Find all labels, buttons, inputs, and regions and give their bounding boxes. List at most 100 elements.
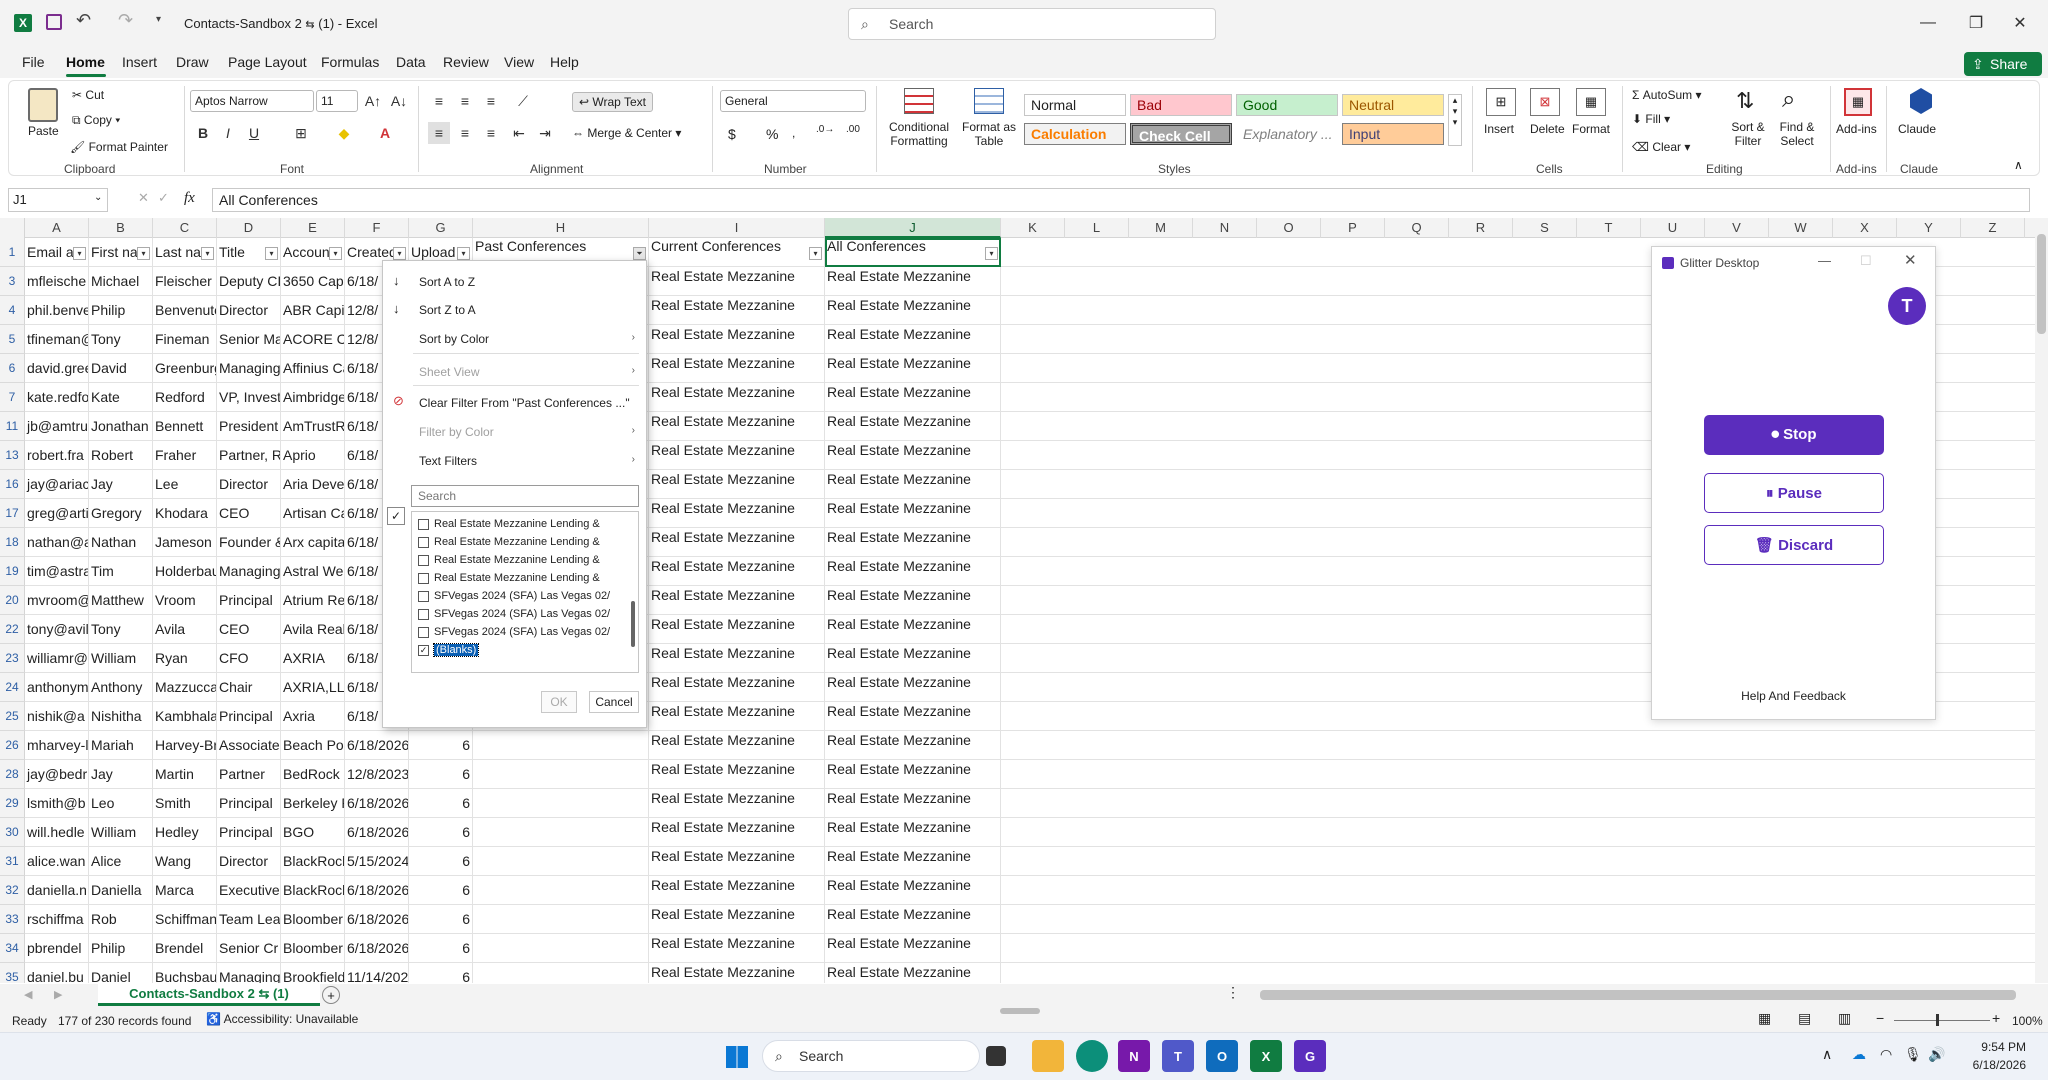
table-cell[interactable]: Atrium Re (281, 586, 345, 615)
table-cell[interactable]: Arx capita (281, 528, 345, 557)
edge-browser-icon[interactable] (1076, 1040, 1108, 1072)
insert-cells-icon[interactable]: ⊞ (1486, 88, 1516, 116)
add-sheet-icon[interactable]: + (322, 986, 340, 1004)
select-all-checkbox[interactable]: ✓ (387, 507, 405, 525)
table-cell[interactable]: Jonathan (89, 412, 153, 441)
discard-button[interactable]: 🗑 Discard (1704, 525, 1884, 565)
table-cell[interactable]: 6/18/2026 (345, 818, 409, 847)
table-cell[interactable]: Kate (89, 383, 153, 412)
zoom-slider[interactable] (1894, 1020, 1990, 1021)
conference-cell[interactable]: Real Estate Mezzanine (649, 267, 825, 296)
table-cell[interactable]: Jay (89, 760, 153, 789)
table-cell[interactable]: Greenburg (153, 354, 217, 383)
style-check-cell[interactable]: Check Cell (1130, 123, 1232, 145)
table-cell[interactable]: Philip (89, 296, 153, 325)
table-cell[interactable]: greg@arti (25, 499, 89, 528)
filter-dropdown-icon[interactable]: ▾ (457, 247, 470, 260)
table-cell[interactable]: jay@ariac (25, 470, 89, 499)
table-cell[interactable]: Fineman (153, 325, 217, 354)
table-cell[interactable]: 5/15/2024 (345, 847, 409, 876)
table-cell[interactable]: 6 (409, 731, 473, 760)
row-header[interactable]: 5 (0, 325, 25, 354)
table-cell[interactable]: Robert (89, 441, 153, 470)
conference-cell[interactable]: Real Estate Mezzanine (649, 354, 825, 383)
row-header[interactable]: 30 (0, 818, 25, 847)
table-cell[interactable]: Managing (217, 963, 281, 983)
table-cell[interactable]: Khodara (153, 499, 217, 528)
conference-cell[interactable]: Real Estate Mezzanine (649, 383, 825, 412)
windows-start-icon[interactable] (726, 1046, 748, 1068)
table-cell[interactable]: Fraher (153, 441, 217, 470)
column-title-cell[interactable]: Current Conferences (649, 238, 825, 267)
table-cell[interactable]: jb@amtru (25, 412, 89, 441)
conference-cell[interactable]: Real Estate Mezzanine (825, 528, 1001, 557)
table-cell[interactable]: Managing (217, 557, 281, 586)
status-drag-handle[interactable] (1000, 1008, 1040, 1014)
table-cell[interactable]: Philip (89, 934, 153, 963)
glitter-maximize-icon[interactable]: ☐ (1860, 253, 1872, 269)
table-cell[interactable]: David (89, 354, 153, 383)
clock-date[interactable]: 6/18/2026 (1950, 1058, 2026, 1072)
style-calculation[interactable]: Calculation (1024, 123, 1126, 145)
table-cell[interactable]: lsmith@b (25, 789, 89, 818)
column-header-O[interactable]: O (1257, 218, 1321, 238)
conference-cell[interactable]: Real Estate Mezzanine (825, 325, 1001, 354)
row-header[interactable]: 20 (0, 586, 25, 615)
table-cell[interactable]: Brookfield (281, 963, 345, 983)
ok-button[interactable]: OK (541, 691, 577, 713)
table-cell[interactable]: tony@avil (25, 615, 89, 644)
table-cell[interactable]: 6/18/2026 (345, 934, 409, 963)
table-cell[interactable]: Berkeley P (281, 789, 345, 818)
comma-style-icon[interactable]: , (792, 126, 795, 140)
decrease-indent-icon[interactable]: ⇤ (508, 122, 530, 144)
conference-cell[interactable]: Real Estate Mezzanine (825, 702, 1001, 731)
column-header-Z[interactable]: Z (1961, 218, 2025, 238)
column-header-P[interactable]: P (1321, 218, 1385, 238)
zoom-slider-thumb[interactable] (1936, 1014, 1939, 1026)
table-cell[interactable]: Aria Devel (281, 470, 345, 499)
table-cell[interactable]: Schiffman (153, 905, 217, 934)
filter-active-icon[interactable]: ⏷ (633, 247, 646, 260)
text-filters-item[interactable]: Text Filters › (419, 454, 641, 468)
column-header-X[interactable]: X (1833, 218, 1897, 238)
close-button[interactable]: ✕ (2000, 8, 2040, 38)
claude-button[interactable]: Claude (1898, 122, 1936, 136)
table-cell[interactable]: Tim (89, 557, 153, 586)
conference-cell[interactable]: Real Estate Mezzanine (649, 470, 825, 499)
table-cell[interactable]: 6 (409, 818, 473, 847)
table-cell[interactable]: Aimbridge (281, 383, 345, 412)
help-feedback-link[interactable]: Help And Feedback (1652, 689, 1935, 703)
next-sheet-icon[interactable]: ▶ (54, 988, 62, 1001)
cancel-edit-icon[interactable]: ✕ (138, 190, 149, 206)
microphone-icon[interactable]: 🎙 (1904, 1046, 1922, 1063)
filter-item-checkbox[interactable] (418, 627, 429, 638)
table-cell[interactable]: Smith (153, 789, 217, 818)
conference-cell[interactable]: Real Estate Mezzanine (649, 673, 825, 702)
table-cell[interactable]: 12/8/2023 (345, 760, 409, 789)
conference-cell[interactable]: Real Estate Mezzanine (825, 470, 1001, 499)
table-cell[interactable]: Managing (217, 354, 281, 383)
table-cell[interactable]: ACORE CA (281, 325, 345, 354)
conditional-formatting-button[interactable]: Conditional Formatting (886, 120, 952, 148)
table-cell[interactable]: Bloomber (281, 905, 345, 934)
delete-cells-icon[interactable]: ⊠ (1530, 88, 1560, 116)
page-break-view-icon[interactable]: ▥ (1838, 1010, 1851, 1027)
table-cell[interactable]: Senior Cr (217, 934, 281, 963)
menu-home[interactable]: Home (66, 54, 105, 70)
table-cell[interactable]: VP, Invest (217, 383, 281, 412)
excel-taskbar-icon[interactable]: X (1250, 1040, 1282, 1072)
table-cell[interactable]: Tony (89, 325, 153, 354)
table-cell[interactable]: Hedley (153, 818, 217, 847)
table-cell[interactable]: Lee (153, 470, 217, 499)
conference-cell[interactable]: Real Estate Mezzanine (825, 615, 1001, 644)
number-format-select[interactable]: General (720, 90, 866, 112)
minimize-button[interactable]: — (1908, 8, 1948, 38)
table-cell[interactable]: Bennett (153, 412, 217, 441)
table-cell[interactable] (473, 760, 649, 789)
table-cell[interactable]: Bloomber (281, 934, 345, 963)
conference-cell[interactable]: Real Estate Mezzanine (825, 296, 1001, 325)
table-cell[interactable]: Holderbau (153, 557, 217, 586)
filter-item-label[interactable]: Real Estate Mezzanine Lending & (434, 536, 600, 548)
column-header-Q[interactable]: Q (1385, 218, 1449, 238)
table-cell[interactable]: William (89, 818, 153, 847)
